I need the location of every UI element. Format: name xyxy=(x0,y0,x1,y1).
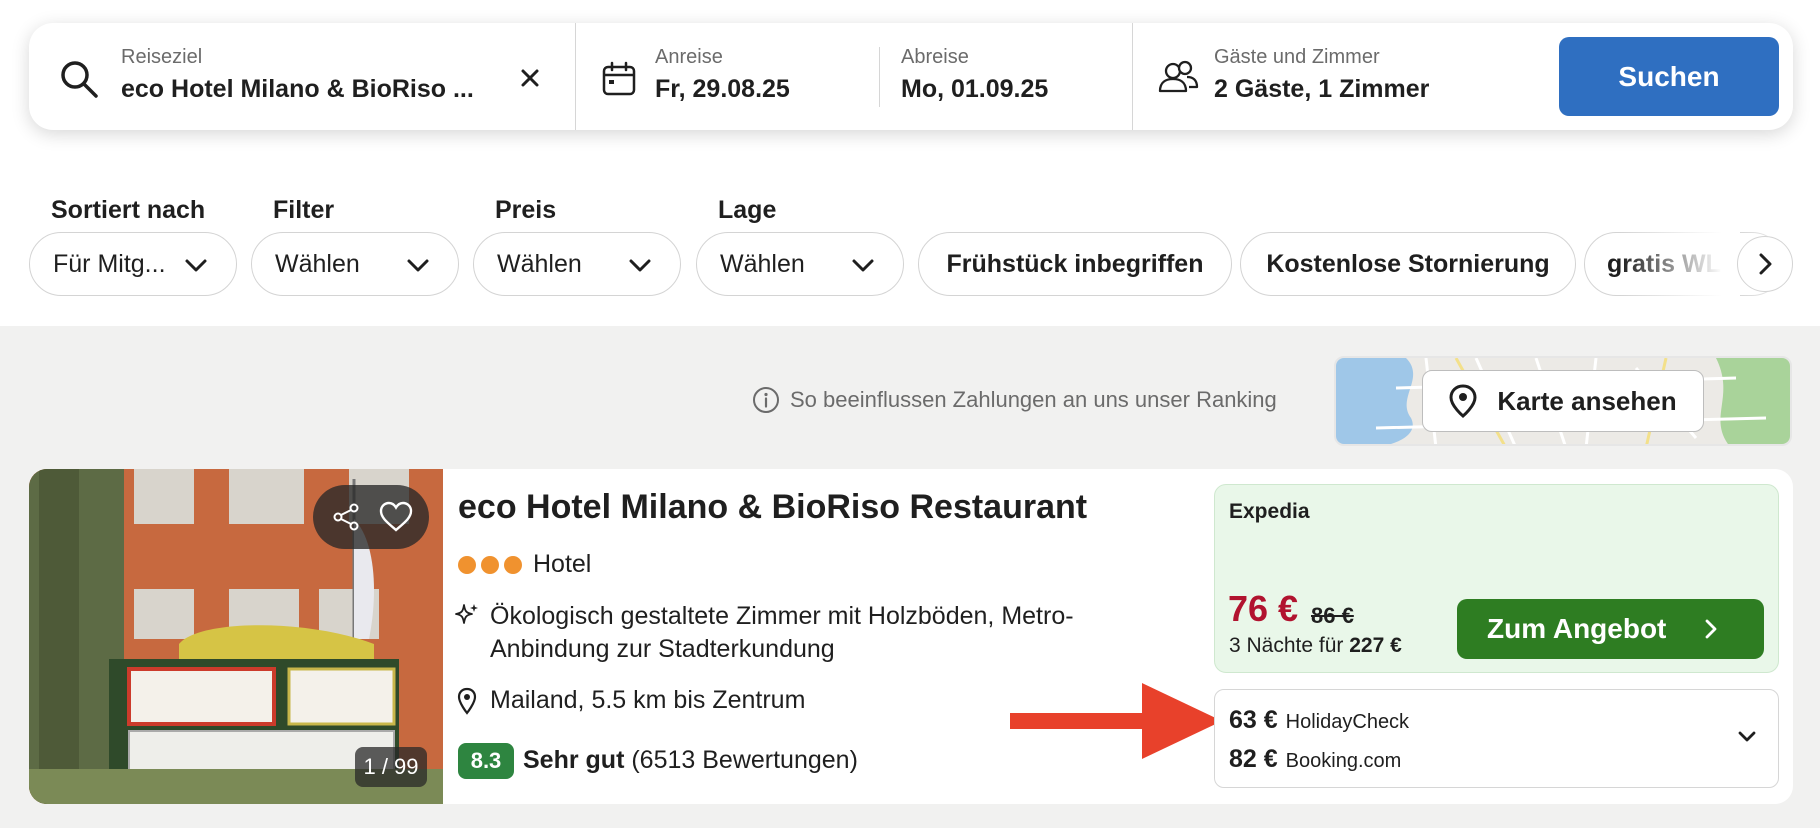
rating-summary[interactable]: Sehr gut (6513 Bewertungen) xyxy=(523,746,858,775)
chevron-down-icon xyxy=(407,259,429,272)
offer-nights: 3 Nächte für 227 € xyxy=(1229,634,1402,658)
checkout-value[interactable]: Mo, 01.09.25 xyxy=(901,75,1048,104)
divider xyxy=(575,23,576,130)
divider xyxy=(1132,23,1133,130)
offer-nights-total: 227 € xyxy=(1349,634,1402,657)
ranking-info-link[interactable]: So beeinflussen Zahlungen an uns unser R… xyxy=(752,386,1277,414)
rating-count: (6513 Bewertungen) xyxy=(631,746,858,774)
photo-counter: 1 / 99 xyxy=(355,747,427,787)
chip-breakfast[interactable]: Frühstück inbegriffen xyxy=(918,232,1232,296)
star-dot xyxy=(458,556,476,574)
red-arrow-annotation xyxy=(1010,683,1222,759)
hotel-name[interactable]: eco Hotel Milano & BioRiso Restaurant xyxy=(458,488,1087,527)
view-deal-label: Zum Angebot xyxy=(1487,613,1667,644)
ranking-info-text: So beeinflussen Zahlungen an uns unser R… xyxy=(790,387,1277,412)
scroll-right-button[interactable] xyxy=(1737,236,1793,292)
chip-free-cancellation[interactable]: Kostenlose Stornierung xyxy=(1240,232,1576,296)
search-button[interactable]: Suchen xyxy=(1559,37,1779,116)
guests-icon xyxy=(1158,60,1199,93)
alt-offer-provider: HolidayCheck xyxy=(1285,711,1410,733)
location-value: Wählen xyxy=(720,249,805,278)
destination-value[interactable]: eco Hotel Milano & BioRiso ... xyxy=(121,75,474,104)
price-value: Wählen xyxy=(497,249,582,278)
filter-dropdown[interactable]: Wählen xyxy=(251,232,459,296)
checkout-label: Abreise xyxy=(901,46,969,68)
location-dropdown[interactable]: Wählen xyxy=(696,232,904,296)
calendar-icon xyxy=(602,61,636,96)
sparkle-icon xyxy=(455,604,478,624)
price-dropdown[interactable]: Wählen xyxy=(473,232,681,296)
chevron-down-icon xyxy=(629,259,651,272)
sort-label: Sortiert nach xyxy=(51,196,206,224)
location-label: Lage xyxy=(718,196,777,224)
destination-label: Reiseziel xyxy=(121,46,203,68)
search-icon xyxy=(61,61,98,98)
rating-word: Sehr gut xyxy=(523,746,625,774)
offer-nights-prefix: 3 Nächte für xyxy=(1229,634,1344,657)
destination-field[interactable]: Reiseziel eco Hotel Milano & BioRiso ... xyxy=(29,23,575,130)
price-label: Preis xyxy=(495,196,557,224)
chevron-right-icon xyxy=(1759,253,1772,275)
share-icon[interactable] xyxy=(328,499,364,535)
offer-provider: Expedia xyxy=(1229,500,1310,523)
photo-actions xyxy=(313,485,429,549)
sort-value: Für Mitg... xyxy=(53,249,166,278)
offer-price: 76 € xyxy=(1228,588,1299,629)
heart-icon[interactable] xyxy=(378,499,414,535)
sort-dropdown[interactable]: Für Mitg... xyxy=(29,232,237,296)
alt-offer-provider: Booking.com xyxy=(1285,750,1402,772)
map-pin-icon xyxy=(1449,384,1477,418)
chevron-down-icon[interactable] xyxy=(1737,730,1757,744)
alt-offer-price: 63 € xyxy=(1229,706,1278,734)
hotel-feature: Ökologisch gestaltete Zimmer mit Holzböd… xyxy=(490,602,1074,663)
alt-offer-price: 82 € xyxy=(1229,745,1278,773)
search-bar: Reiseziel eco Hotel Milano & BioRiso ...… xyxy=(29,23,1793,130)
hotel-type: Hotel xyxy=(533,550,592,578)
offer-old-price: 86 € xyxy=(1311,603,1354,628)
checkin-value[interactable]: Fr, 29.08.25 xyxy=(655,75,790,104)
view-map-button[interactable]: Karte ansehen xyxy=(1422,370,1704,432)
info-icon xyxy=(753,387,779,413)
hotel-location: Mailand, 5.5 km bis Zentrum xyxy=(490,686,806,714)
filter-value: Wählen xyxy=(275,249,360,278)
hotel-photo[interactable]: 1 / 99 xyxy=(29,469,443,804)
alt-offer-row[interactable]: 82 € Booking.com xyxy=(1229,745,1401,774)
view-map-label: Karte ansehen xyxy=(1497,385,1677,416)
divider xyxy=(879,47,880,107)
star-dot xyxy=(504,556,522,574)
chevron-down-icon xyxy=(852,259,874,272)
checkin-label: Anreise xyxy=(655,46,723,68)
filter-label: Filter xyxy=(273,196,335,224)
alt-offer-row[interactable]: 63 € HolidayCheck xyxy=(1229,706,1409,735)
clear-icon[interactable] xyxy=(515,63,545,93)
chevron-down-icon xyxy=(185,259,207,272)
star-dot xyxy=(481,556,499,574)
star-rating xyxy=(458,556,522,574)
location-pin-icon xyxy=(457,687,477,715)
guests-value[interactable]: 2 Gäste, 1 Zimmer xyxy=(1214,75,1429,104)
guests-label: Gäste und Zimmer xyxy=(1214,46,1380,68)
chevron-right-icon xyxy=(1705,619,1717,639)
rating-score-badge: 8.3 xyxy=(458,743,514,779)
view-deal-button[interactable]: Zum Angebot xyxy=(1457,599,1764,659)
